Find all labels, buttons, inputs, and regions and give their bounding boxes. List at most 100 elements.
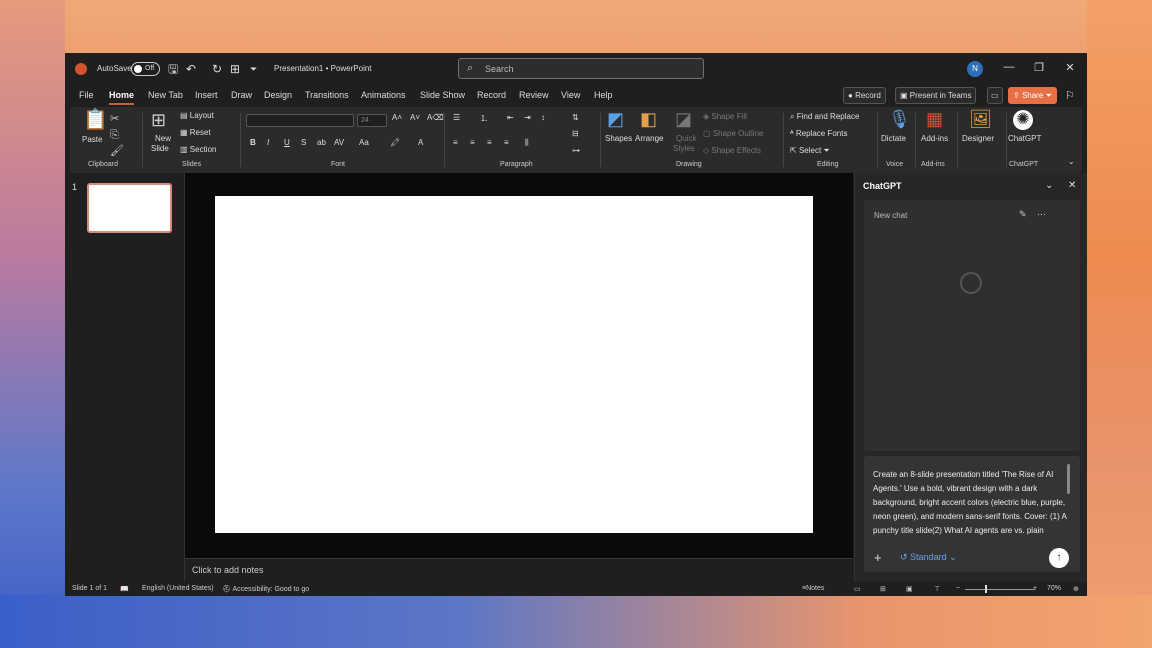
dictate-label[interactable]: Dictate [881,134,906,143]
slide-thumbnail[interactable] [87,183,172,233]
designer-icon[interactable]: 🖼 [969,110,992,128]
bold-button[interactable]: B [250,138,256,147]
zoom-slider-thumb[interactable] [985,585,987,593]
notes-button[interactable]: ≡Notes [802,585,824,592]
add-attachment-icon[interactable]: + [874,550,882,565]
increase-indent-icon[interactable]: ⇥ [524,113,531,122]
autosave-toggle[interactable]: Off [131,62,160,76]
change-case-button[interactable]: Aa [359,138,369,147]
decrease-indent-icon[interactable]: ⇤ [507,113,514,122]
font-color-icon[interactable]: A [418,138,423,147]
accessibility-status[interactable]: ⛑ Accessibility: Good to go [222,585,309,593]
quick-styles-icon[interactable]: ◪ [675,110,692,128]
zoom-out-icon[interactable]: − [956,585,960,592]
arrange-label[interactable]: Arrange [635,134,663,143]
addins-label[interactable]: Add-ins [921,134,948,143]
tab-transitions[interactable]: Transitions [305,90,349,100]
customize-toolbar-icon[interactable]: ⏷ [250,61,257,77]
numbering-icon[interactable]: ⒈ [480,113,488,124]
grow-font-icon[interactable]: A˄ [392,113,402,122]
tab-record[interactable]: Record [477,90,506,100]
align-left-icon[interactable]: ≡ [453,138,458,147]
zoom-level[interactable]: 70% [1047,585,1061,592]
comments-icon[interactable]: ▭ [987,87,1003,104]
designer-label[interactable]: Designer [962,134,994,143]
character-spacing-icon[interactable]: AV [334,138,344,147]
bullets-icon[interactable]: ☰ [453,113,460,122]
italic-button[interactable]: I [267,138,269,147]
paste-icon[interactable]: 📋 [83,110,108,130]
tab-new-tab[interactable]: New Tab [148,90,183,100]
avatar[interactable]: N [967,61,983,77]
section-button[interactable]: ▥ Section [180,145,216,154]
find-replace-button[interactable]: ⌕ Find and Replace [790,112,859,122]
edit-icon[interactable]: ✎ [1019,209,1027,220]
font-size-field[interactable]: 24 [357,114,387,127]
shapes-label[interactable]: Shapes [605,134,632,143]
tab-slide-show[interactable]: Slide Show [420,90,465,100]
clear-formatting-icon[interactable]: A⌫ [427,113,444,122]
tab-draw[interactable]: Draw [231,90,252,100]
zoom-in-icon[interactable]: + [1033,585,1037,592]
model-selector[interactable]: ↺ Standard ⌄ [900,552,957,563]
shape-fill-button[interactable]: ◈ Shape Fill [703,112,747,121]
redo-icon[interactable]: ↻ [212,61,222,77]
text-direction-icon[interactable]: ⇅ [572,113,579,122]
addins-icon[interactable]: ▦ [926,110,943,128]
font-name-field[interactable] [246,114,354,127]
undo-icon[interactable]: ↶ [186,61,196,77]
shadow-button[interactable]: S [301,138,306,147]
tab-view[interactable]: View [561,90,580,100]
more-icon[interactable]: ⋯ [1037,209,1046,220]
tab-animations[interactable]: Animations [361,90,406,100]
new-slide-icon[interactable]: ⊞ [151,111,166,129]
justify-icon[interactable]: ≡ [504,138,509,147]
slide-canvas[interactable] [215,196,813,533]
shapes-icon[interactable]: ◩ [607,110,624,128]
restore-icon[interactable]: ❐ [1031,61,1047,74]
save-icon[interactable]: 🖫 [168,61,178,77]
align-center-icon[interactable]: ≡ [470,138,475,147]
shape-outline-button[interactable]: ▢ Shape Outline [703,129,763,138]
layout-button[interactable]: ▤ Layout [180,111,214,120]
close-icon[interactable]: ✕ [1068,180,1076,191]
quick-styles-label-1[interactable]: Quick [676,134,696,143]
select-button[interactable]: ⇱ Select ⏷ [790,146,830,156]
replace-fonts-button[interactable]: ᴬ Replace Fonts [790,129,847,138]
shape-effects-button[interactable]: ◇ Shape Effects [703,146,761,155]
tab-design[interactable]: Design [264,90,292,100]
quick-styles-label-2[interactable]: Styles [673,144,695,153]
tab-help[interactable]: Help [594,90,613,100]
shrink-font-icon[interactable]: A˅ [410,113,420,122]
zoom-slider[interactable] [965,589,1035,590]
tab-home[interactable]: Home [109,90,135,105]
chat-input-box[interactable]: Create an 8-slide presentation titled 'T… [864,456,1080,572]
highlight-icon[interactable]: 🖍 [390,138,400,147]
notes-pane[interactable]: Click to add notes [185,558,853,582]
chatgpt-label[interactable]: ChatGPT [1008,134,1041,143]
prompt-scrollbar[interactable] [1067,464,1070,494]
arrange-icon[interactable]: ◧ [640,110,657,128]
chatgpt-icon[interactable]: ✺ [1013,110,1033,130]
language-status[interactable]: English (United States) [142,585,214,592]
copy-icon[interactable]: ⎘ [110,127,119,143]
collapse-ribbon-icon[interactable]: ⌄ [1068,157,1075,166]
chevron-down-icon[interactable]: ⌄ [1045,180,1053,191]
align-text-icon[interactable]: ⊟ [572,129,579,138]
line-spacing-icon[interactable]: ↕ [541,113,545,122]
strikethrough-icon[interactable]: ab [317,138,326,147]
paste-label[interactable]: Paste [82,135,102,144]
format-painter-icon[interactable]: 🖌 [110,143,124,159]
microphone-icon[interactable]: 🎙 [888,110,911,128]
tab-insert[interactable]: Insert [195,90,218,100]
align-right-icon[interactable]: ≡ [487,138,492,147]
new-slide-label-2[interactable]: Slide [151,144,169,153]
cut-icon[interactable]: ✂ [110,111,119,127]
spellcheck-icon[interactable]: 📖 [120,585,129,593]
search-box[interactable]: ⌕ [458,58,704,79]
close-icon[interactable]: ✕ [1062,61,1078,74]
present-icon[interactable]: ⊞ [230,61,240,77]
smartart-icon[interactable]: ⊶ [572,146,580,155]
send-button[interactable]: ↑ [1049,548,1069,568]
reset-button[interactable]: ▦ Reset [180,128,211,137]
